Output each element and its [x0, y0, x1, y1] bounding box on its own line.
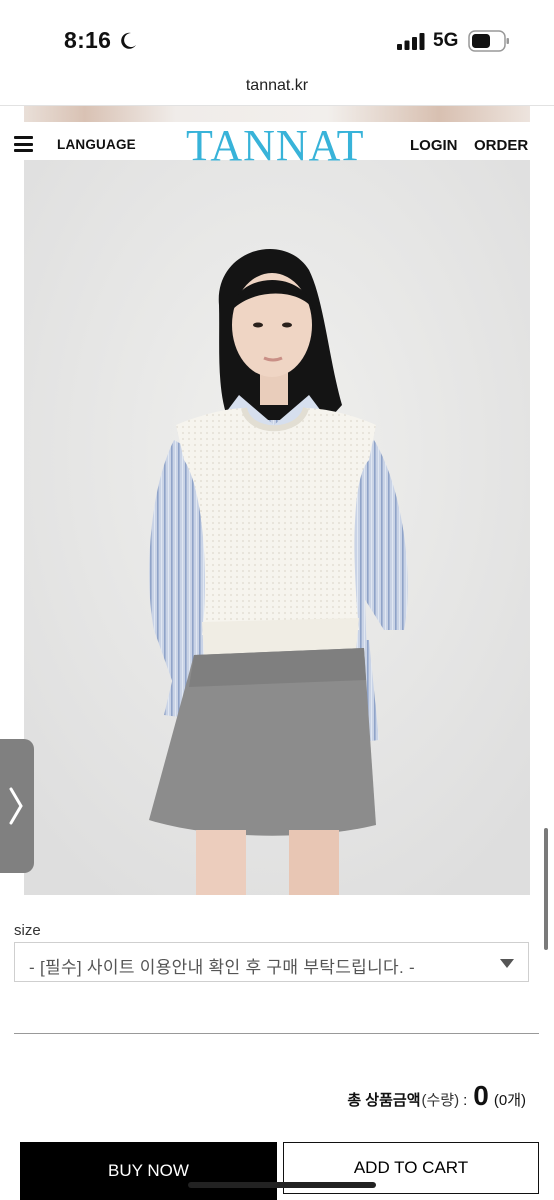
network-type: 5G — [433, 30, 459, 51]
total-colon: : — [463, 1092, 468, 1109]
language-link[interactable]: LANGUAGE — [57, 137, 136, 152]
previous-image-edge — [24, 106, 530, 122]
side-drawer-tab[interactable] — [0, 739, 34, 873]
total-label: 총 상품금액 — [347, 1092, 421, 1109]
home-indicator[interactable] — [188, 1182, 376, 1188]
url-text[interactable]: tannat.kr — [0, 77, 554, 95]
site-logo[interactable]: TANNAT — [186, 122, 364, 170]
order-link[interactable]: ORDER — [474, 137, 528, 154]
product-image[interactable] — [24, 160, 530, 895]
size-select[interactable]: - [필수] 사이트 이용안내 확인 후 구매 부탁드립니다. - — [14, 942, 529, 982]
size-option-label: size — [14, 922, 41, 939]
page-scrollbar[interactable] — [544, 828, 548, 950]
total-count: (0개) — [493, 1092, 526, 1109]
status-bar: 8:16 5G — [0, 0, 554, 68]
site-header: LANGUAGE TANNAT LOGIN ORDER — [0, 122, 554, 170]
battery-icon — [468, 30, 509, 52]
caret-down-icon — [500, 959, 514, 968]
browser-url-bar[interactable]: tannat.kr — [0, 68, 554, 106]
model-photo — [24, 160, 530, 895]
size-select-value: - [필수] 사이트 이용안내 확인 후 구매 부탁드립니다. - — [29, 958, 415, 977]
divider — [14, 1033, 539, 1034]
buy-now-button[interactable]: BUY NOW — [20, 1142, 277, 1200]
status-time: 8:16 — [64, 27, 112, 53]
hamburger-menu-icon[interactable] — [14, 136, 33, 152]
total-amount: 0 — [473, 1080, 489, 1111]
login-link[interactable]: LOGIN — [410, 137, 458, 154]
total-qty-label: (수량) — [421, 1092, 460, 1109]
signal-icon — [397, 33, 425, 50]
moon-icon — [121, 32, 136, 49]
chevron-right-icon — [9, 787, 23, 825]
total-price-row: 총 상품금액 (수량) : 0 (0개) — [347, 1080, 526, 1114]
